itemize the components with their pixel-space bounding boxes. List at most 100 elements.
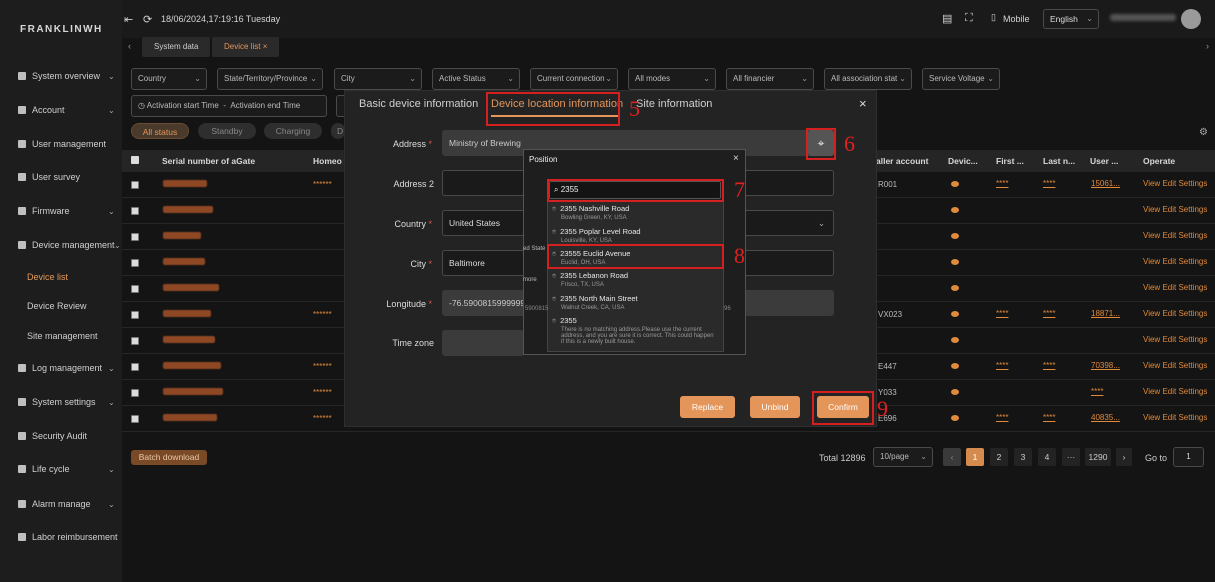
settings-link[interactable]: Settings [1178, 387, 1207, 396]
serial-number-link[interactable] [163, 284, 219, 291]
edit-link[interactable]: Edit [1162, 335, 1176, 344]
user-value[interactable]: 70398... [1091, 361, 1120, 370]
view-link[interactable]: View [1143, 179, 1160, 188]
eye-icon[interactable] [951, 311, 959, 317]
prev-page-button[interactable]: ‹ [943, 448, 961, 466]
sidebar-item-account[interactable]: Account ⌄ [18, 103, 115, 117]
view-link[interactable]: View [1143, 335, 1160, 344]
city-filter[interactable]: City ⌄ [334, 68, 422, 90]
view-link[interactable]: View [1143, 231, 1160, 240]
row-checkbox[interactable] [131, 389, 139, 397]
settings-link[interactable]: Settings [1178, 309, 1207, 318]
sidebar-subitem-device-list[interactable]: Device list [27, 272, 68, 282]
homeowner-value[interactable]: ****** [313, 414, 332, 423]
view-link[interactable]: View [1143, 309, 1160, 318]
eye-icon[interactable] [951, 415, 959, 421]
position-option[interactable]: ⌾ 2355 Nashville Road Bowling Green, KY, … [552, 204, 722, 221]
last-name-value[interactable]: **** [1043, 361, 1055, 370]
row-checkbox[interactable] [131, 363, 139, 371]
last-name-value[interactable]: **** [1043, 179, 1055, 188]
active-status-filter[interactable]: Active Status ⌄ [432, 68, 520, 90]
edit-link[interactable]: Edit [1162, 361, 1176, 370]
serial-number-link[interactable] [163, 232, 201, 239]
first-name-value[interactable]: **** [996, 309, 1008, 318]
sidebar-item-system-overview[interactable]: System overview ⌄ [18, 69, 115, 83]
row-checkbox[interactable] [131, 259, 139, 267]
eye-icon[interactable] [951, 207, 959, 213]
language-select[interactable]: English ⌄ [1043, 9, 1099, 29]
replace-button[interactable]: Replace [680, 396, 735, 418]
settings-icon[interactable]: ⚙ [1199, 127, 1208, 138]
last-name-value[interactable]: **** [1043, 413, 1055, 422]
settings-link[interactable]: Settings [1178, 179, 1207, 188]
position-option[interactable]: ⌾ 2355 Poplar Level Road Louisville, KY, … [552, 227, 722, 244]
last-name-value[interactable]: **** [1043, 309, 1055, 318]
homeowner-value[interactable]: ****** [313, 388, 332, 397]
goto-page-input[interactable]: 1 [1173, 447, 1204, 467]
activation-date-range[interactable]: ◷ Activation start Time - Activation end… [131, 95, 327, 117]
edit-link[interactable]: Edit [1162, 179, 1176, 188]
serial-number-link[interactable] [163, 258, 205, 265]
row-checkbox[interactable] [131, 311, 139, 319]
connection-filter[interactable]: Current connection ⌄ [530, 68, 618, 90]
fullscreen-icon[interactable]: ⛶ [965, 12, 973, 25]
unbind-button[interactable]: Unbind [750, 396, 800, 418]
refresh-icon[interactable]: ⟳ [143, 13, 152, 26]
status-pill-all[interactable]: All status [131, 123, 189, 139]
row-checkbox[interactable] [131, 337, 139, 345]
tab-system-data[interactable]: System data [142, 37, 211, 57]
serial-number-link[interactable] [163, 206, 213, 213]
eye-icon[interactable] [951, 285, 959, 291]
batch-download-button[interactable]: Batch download [131, 450, 207, 465]
settings-link[interactable]: Settings [1178, 361, 1207, 370]
edit-link[interactable]: Edit [1162, 413, 1176, 422]
status-pill-d[interactable]: D [331, 123, 345, 139]
collapse-icon[interactable]: ⇤ [124, 13, 133, 26]
page-4[interactable]: 4 [1038, 448, 1056, 466]
tab-scroll-left-icon[interactable]: ‹ [128, 41, 131, 51]
sidebar-item-user-survey[interactable]: User survey [18, 170, 80, 184]
status-pill-standby[interactable]: Standby [198, 123, 256, 139]
eye-icon[interactable] [951, 259, 959, 265]
user-value[interactable]: 40835... [1091, 413, 1120, 422]
sidebar-item-alarm-manage[interactable]: Alarm manage ⌄ [18, 497, 115, 511]
edit-link[interactable]: Edit [1162, 257, 1176, 266]
close-icon[interactable]: × [859, 96, 867, 111]
serial-number-link[interactable] [163, 310, 211, 317]
sidebar-item-system-settings[interactable]: System settings ⌄ [18, 395, 115, 409]
eye-icon[interactable] [951, 233, 959, 239]
tab-device-list[interactable]: Device list × [212, 37, 280, 57]
close-icon[interactable]: × [733, 153, 739, 164]
position-option[interactable]: ⌾ 2355 There is no matching address.Pleas… [552, 316, 717, 345]
first-name-value[interactable]: **** [996, 361, 1008, 370]
view-link[interactable]: View [1143, 413, 1160, 422]
edit-link[interactable]: Edit [1162, 387, 1176, 396]
mode-filter[interactable]: All modes ⌄ [628, 68, 716, 90]
serial-number-link[interactable] [163, 414, 217, 421]
eye-icon[interactable] [951, 363, 959, 369]
homeowner-value[interactable]: ****** [313, 310, 332, 319]
row-checkbox[interactable] [131, 207, 139, 215]
sidebar-item-life-cycle[interactable]: Life cycle ⌄ [18, 462, 115, 476]
sidebar-item-user-management[interactable]: User management [18, 137, 106, 151]
sidebar-item-device-management[interactable]: Device management ⌄ [18, 238, 121, 252]
tab-site-information[interactable]: Site information [636, 98, 712, 110]
first-name-value[interactable]: **** [996, 179, 1008, 188]
financier-filter[interactable]: All financier ⌄ [726, 68, 814, 90]
mobile-label[interactable]: Mobile [1003, 14, 1030, 24]
user-value[interactable]: 18871... [1091, 309, 1120, 318]
edit-link[interactable]: Edit [1162, 283, 1176, 292]
row-checkbox[interactable] [131, 285, 139, 293]
page-2[interactable]: 2 [990, 448, 1008, 466]
country-filter[interactable]: Country ⌄ [131, 68, 207, 90]
serial-number-link[interactable] [163, 180, 207, 187]
sidebar-item-security-audit[interactable]: Security Audit [18, 429, 87, 443]
view-link[interactable]: View [1143, 283, 1160, 292]
sidebar-item-log-management[interactable]: Log management ⌄ [18, 361, 115, 375]
sidebar-subitem-device-review[interactable]: Device Review [27, 301, 87, 311]
eye-icon[interactable] [951, 181, 959, 187]
row-checkbox[interactable] [131, 181, 139, 189]
select-all-checkbox[interactable] [131, 156, 139, 164]
service-voltage-filter[interactable]: Service Voltage ⌄ [922, 68, 1000, 90]
edit-link[interactable]: Edit [1162, 309, 1176, 318]
